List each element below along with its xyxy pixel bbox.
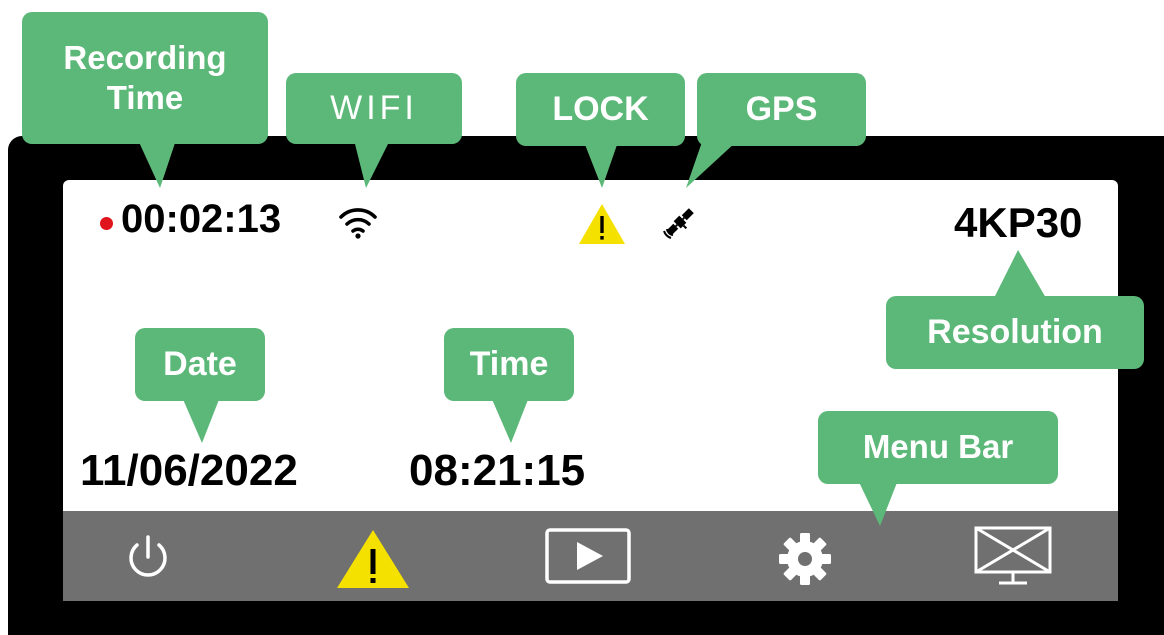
recording-time: 00:02:13 bbox=[121, 197, 282, 241]
callout-lock: LOCK bbox=[516, 73, 685, 146]
time-readout: 08:21:15 bbox=[409, 446, 586, 495]
callout-recording-time: Recording Time bbox=[22, 12, 268, 144]
resolution-label: 4KP30 bbox=[954, 199, 1083, 246]
lock-warning-icon bbox=[579, 204, 625, 244]
menu-bar bbox=[63, 511, 1118, 601]
recording-dot bbox=[100, 217, 113, 230]
playback-icon[interactable] bbox=[545, 528, 631, 584]
callout-resolution: Resolution bbox=[886, 296, 1144, 369]
callout-menu-bar: Menu Bar bbox=[818, 411, 1058, 484]
warning-lock-icon[interactable] bbox=[333, 528, 413, 592]
callout-wifi: WIFI bbox=[286, 73, 462, 144]
settings-gear-icon[interactable] bbox=[775, 529, 835, 589]
wifi-icon bbox=[339, 208, 377, 239]
power-icon[interactable] bbox=[123, 531, 173, 581]
date-readout: 11/06/2022 bbox=[80, 446, 298, 495]
callout-time: Time bbox=[444, 328, 574, 401]
gps-satellite-icon bbox=[663, 208, 694, 239]
screen-off-icon[interactable] bbox=[973, 525, 1053, 589]
callout-gps: GPS bbox=[697, 73, 866, 146]
callout-date: Date bbox=[135, 328, 265, 401]
